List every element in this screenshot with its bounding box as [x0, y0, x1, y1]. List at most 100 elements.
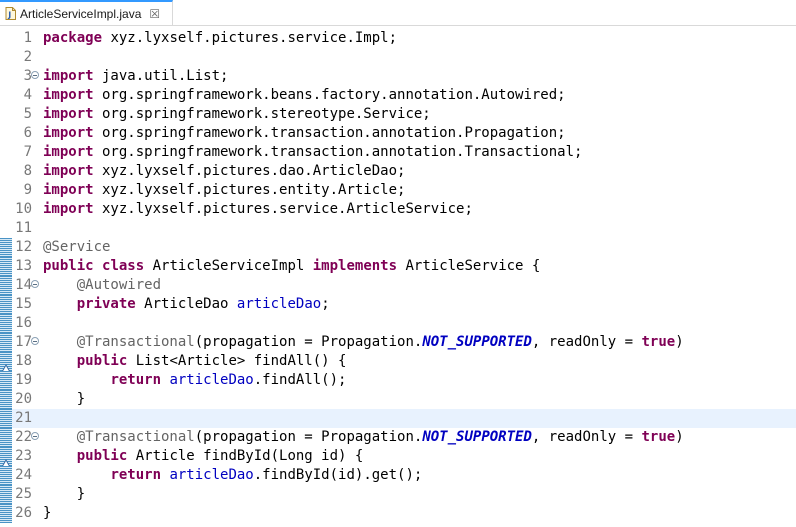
code-token: @Service [43, 239, 111, 255]
code-token: true [641, 334, 676, 350]
code-token: public [76, 448, 128, 464]
code-line[interactable]: 4 import org.springframework.beans.factor… [0, 86, 796, 105]
code-token: import [43, 106, 94, 122]
code-token: import [43, 182, 94, 198]
line-number: 17 [15, 334, 32, 350]
code-line[interactable]: 5 import org.springframework.stereotype.S… [0, 105, 796, 124]
code-token: xyz.lyxself.pictures.entity.Article; [93, 182, 406, 198]
code-text: return articleDao.findById(id).get(); [43, 466, 422, 485]
code-line[interactable]: 23 public Article findById(Long id) { [0, 447, 796, 468]
change-marker [0, 485, 12, 504]
code-token: , readOnly = [531, 429, 642, 445]
change-marker [0, 295, 12, 314]
code-token: ArticleDao [135, 296, 237, 312]
code-line[interactable]: 9 import xyz.lyxself.pictures.entity.Arti… [0, 181, 796, 200]
code-text: import org.springframework.stereotype.Se… [43, 105, 431, 124]
line-number: 19 [15, 372, 32, 388]
code-text: } [43, 485, 85, 504]
editor-tab[interactable]: J ArticleServiceImpl.java ☒ [0, 0, 173, 25]
code-token: org.springframework.transaction.annotati… [93, 125, 566, 141]
code-line[interactable]: 26} [0, 504, 796, 523]
line-number: 24 [15, 467, 32, 483]
code-line[interactable]: 7 import org.springframework.transaction.… [0, 143, 796, 162]
code-token: (propagation = Propagation. [194, 429, 423, 445]
code-line[interactable]: 6 import org.springframework.transaction.… [0, 124, 796, 143]
java-file-icon: J [5, 7, 16, 20]
line-number: 16 [15, 315, 32, 331]
fold-toggle-icon[interactable] [31, 71, 39, 79]
code-line[interactable]: 3 import java.util.List; [0, 67, 796, 86]
code-line[interactable]: 20 } [0, 390, 796, 409]
code-token: org.springframework.stereotype.Service; [93, 106, 431, 122]
code-line[interactable]: 18 public List<Article> findAll() { [0, 352, 796, 373]
code-text: @Transactional(propagation = Propagation… [43, 333, 684, 352]
code-line[interactable]: 12 @Service [0, 238, 796, 257]
code-token: private [76, 296, 136, 312]
code-line[interactable]: 14 @Autowired [0, 276, 796, 295]
code-token: java.util.List; [93, 68, 229, 84]
code-line[interactable]: 21 [0, 409, 796, 428]
change-marker [0, 466, 12, 485]
change-marker [0, 371, 12, 390]
code-token: @Transactional [76, 334, 195, 350]
code-line[interactable]: 2 [0, 48, 796, 67]
code-line[interactable]: 25 } [0, 485, 796, 504]
code-token: .findAll(); [253, 372, 347, 388]
code-line[interactable]: 10 import xyz.lyxself.pictures.service.Ar… [0, 200, 796, 219]
code-line[interactable]: 8 import xyz.lyxself.pictures.dao.Article… [0, 162, 796, 181]
line-number: 22 [15, 429, 32, 445]
code-line[interactable]: 17 @Transactional(propagation = Propagat… [0, 333, 796, 352]
code-token: } [43, 391, 86, 407]
code-line[interactable]: 15 private ArticleDao articleDao; [0, 295, 796, 314]
line-number: 1 [23, 30, 32, 46]
code-line[interactable]: 22 @Transactional(propagation = Propagat… [0, 428, 796, 447]
code-token: NOT_SUPPORTED [422, 334, 532, 350]
line-number: 11 [15, 220, 32, 236]
change-marker [0, 257, 12, 276]
code-text: import xyz.lyxself.pictures.dao.ArticleD… [43, 162, 405, 181]
close-tab-icon[interactable]: ☒ [149, 8, 160, 20]
code-token: import [43, 144, 94, 160]
code-token: import [43, 163, 94, 179]
line-number: 2 [23, 49, 32, 65]
code-token: Article findById(Long id) { [127, 448, 364, 464]
code-line[interactable]: 11 [0, 219, 796, 238]
code-token: ) [675, 429, 684, 445]
fold-toggle-icon[interactable] [31, 337, 39, 345]
code-token: articleDao [169, 372, 254, 388]
code-line[interactable]: 1 package xyz.lyxself.pictures.service.Im… [0, 29, 796, 48]
code-text: private ArticleDao articleDao; [43, 295, 330, 314]
code-token: public [76, 353, 128, 369]
code-line[interactable]: 24 return articleDao.findById(id).get(); [0, 466, 796, 485]
code-token: return [110, 372, 162, 388]
fold-toggle-icon[interactable] [31, 432, 39, 440]
code-text: @Autowired [43, 276, 161, 295]
fold-toggle-icon[interactable] [31, 280, 39, 288]
editor-tab-bar: J ArticleServiceImpl.java ☒ [0, 0, 796, 26]
code-token: class [102, 258, 145, 274]
code-token: @Autowired [76, 277, 162, 293]
line-number: 7 [23, 144, 32, 160]
code-line[interactable]: 19 return articleDao.findAll(); [0, 371, 796, 390]
line-number: 15 [15, 296, 32, 312]
change-marker [0, 390, 12, 409]
code-token: articleDao [169, 467, 254, 483]
code-token: import [43, 201, 94, 217]
code-line[interactable]: 13 public class ArticleServiceImpl implem… [0, 257, 796, 276]
change-marker [0, 276, 12, 295]
code-line[interactable]: 16 [0, 314, 796, 333]
code-token: } [43, 486, 86, 502]
code-token: true [641, 429, 676, 445]
code-token: xyz.lyxself.pictures.service.Impl; [102, 30, 398, 46]
line-number: 14 [15, 277, 32, 293]
code-editor[interactable]: 1 package xyz.lyxself.pictures.service.Im… [0, 26, 796, 527]
code-token: import [43, 125, 94, 141]
change-marker [0, 409, 12, 428]
code-token: articleDao [236, 296, 322, 312]
code-token: ) [675, 334, 684, 350]
code-text: import java.util.List; [43, 67, 228, 86]
code-text: import org.springframework.beans.factory… [43, 86, 566, 105]
